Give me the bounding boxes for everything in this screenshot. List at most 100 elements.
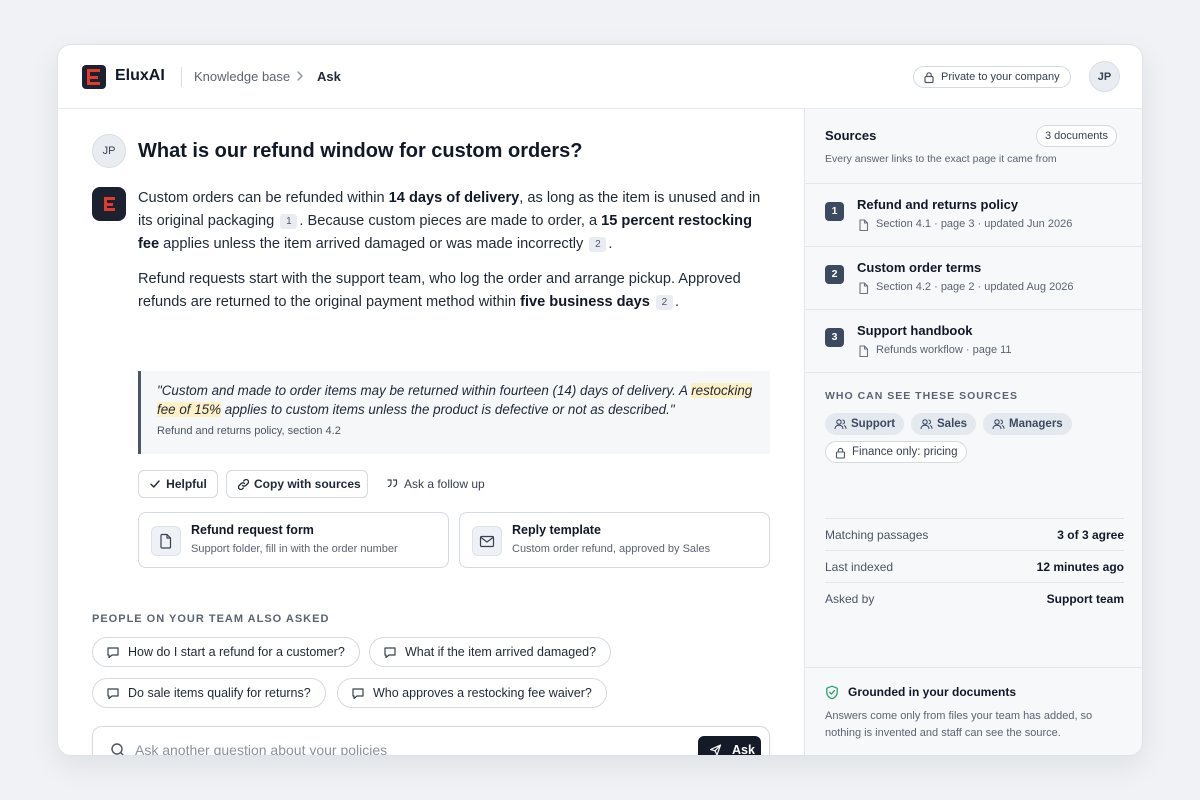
conversation-panel: JP What is our refund window for custom …	[58, 109, 804, 756]
grounded-panel: Grounded in your documents Answers come …	[805, 667, 1142, 755]
header: EluxAI Knowledge base Ask Private to you…	[58, 45, 1142, 109]
attachment-title: Reply template	[512, 523, 601, 537]
grounded-title: Grounded in your documents	[848, 685, 1017, 699]
answer-text: Refund requests start with the support t…	[138, 271, 741, 310]
role-chip-support: Support	[825, 413, 905, 435]
stat-row: Asked by Support team	[825, 582, 1124, 614]
source-title: Refund and returns policy	[857, 197, 1019, 212]
users-icon	[834, 419, 847, 430]
stat-label: Last indexed	[825, 560, 894, 574]
source-item[interactable]: 3 Support handbook Refunds workflow · pa…	[805, 309, 1142, 372]
chat-bubble-icon	[107, 688, 119, 700]
ask-input[interactable]	[135, 739, 675, 755]
users-icon	[920, 419, 933, 430]
stat-label: Asked by	[825, 592, 875, 606]
privacy-label: Private to your company	[941, 71, 1060, 83]
stat-row: Matching passages 3 of 3 agree	[825, 518, 1124, 550]
stat-label: Matching passages	[825, 528, 929, 542]
suggested-question-chip[interactable]: Do sale items qualify for returns?	[92, 678, 326, 708]
role-chip-managers: Managers	[983, 413, 1072, 435]
privacy-badge[interactable]: Private to your company	[913, 66, 1071, 88]
copy-with-sources-button[interactable]: Copy with sources	[226, 470, 368, 498]
assistant-avatar-icon	[92, 187, 126, 221]
attachment-subtitle: Custom order refund, approved by Sales	[512, 543, 711, 555]
citation-badge[interactable]: 2	[655, 295, 673, 310]
user-avatar[interactable]: JP	[1089, 61, 1120, 92]
restricted-label: Finance only: pricing	[852, 446, 958, 458]
ask-button-label: Ask	[732, 743, 755, 756]
answer-body: Custom orders can be refunded within 14 …	[138, 187, 770, 326]
chat-bubble-icon	[107, 647, 119, 659]
source-number: 2	[825, 265, 844, 284]
ask-bar: Ask	[92, 726, 770, 756]
role-label: Support	[851, 418, 896, 430]
stat-value: 12 minutes ago	[1036, 560, 1124, 574]
send-icon	[709, 744, 722, 755]
source-quote: "Custom and made to order items may be r…	[138, 371, 770, 454]
answer-text: applies unless the item arrived damaged …	[159, 236, 584, 252]
shield-check-icon	[826, 685, 838, 700]
answer-emphasis: five business days	[520, 294, 650, 310]
document-icon	[151, 526, 181, 556]
citation-badge[interactable]: 2	[589, 237, 607, 252]
source-number: 1	[825, 202, 844, 221]
stat-row: Last indexed 12 minutes ago	[825, 550, 1124, 582]
check-icon	[150, 480, 160, 488]
source-title: Support handbook	[857, 323, 973, 338]
attachment-card-refund-form[interactable]: Refund request form Support folder, fill…	[138, 512, 449, 568]
citation-badge[interactable]: 1	[280, 214, 298, 229]
source-item[interactable]: 1 Refund and returns policy Section 4.1 …	[805, 183, 1142, 246]
role-label: Managers	[1009, 418, 1063, 430]
answer-text: . Because custom pieces are made to orde…	[299, 213, 602, 229]
attachment-subtitle: Support folder, fill in with the order n…	[191, 543, 398, 555]
header-divider	[181, 67, 182, 87]
suggested-question-chip[interactable]: Who approves a restocking fee waiver?	[337, 678, 607, 708]
helpful-button[interactable]: Helpful	[138, 470, 218, 498]
document-icon	[859, 282, 869, 295]
users-icon	[992, 419, 1005, 430]
visibility-section: WHO CAN SEE THESE SOURCES Support Sales …	[805, 372, 1142, 463]
mail-icon	[472, 526, 502, 556]
source-item[interactable]: 2 Custom order terms Section 4.2 · page …	[805, 246, 1142, 309]
stat-value: Support team	[1046, 592, 1124, 606]
suggested-question-label: What if the item arrived damaged?	[405, 645, 597, 659]
attachment-title: Refund request form	[191, 523, 314, 537]
answer-text: .	[608, 236, 613, 252]
chevron-right-icon	[297, 71, 303, 81]
sources-sidebar: Sources 3 documents Every answer links t…	[804, 109, 1142, 755]
suggested-question-chip[interactable]: What if the item arrived damaged?	[369, 637, 612, 667]
question-avatar: JP	[92, 134, 126, 168]
search-icon	[111, 743, 124, 755]
follow-up-label: Ask a follow up	[404, 477, 485, 491]
helpful-label: Helpful	[166, 477, 207, 491]
document-icon	[859, 219, 869, 232]
suggested-question-chip[interactable]: How do I start a refund for a customer?	[92, 637, 360, 667]
suggested-question-label: Do sale items qualify for returns?	[128, 686, 311, 700]
quote-source: Refund and returns policy, section 4.2	[157, 425, 341, 437]
answer-paragraph: Refund requests start with the support t…	[138, 268, 770, 314]
lock-icon	[924, 72, 934, 84]
suggested-question-label: How do I start a refund for a customer?	[128, 645, 345, 659]
source-number: 3	[825, 328, 844, 347]
visibility-heading: WHO CAN SEE THESE SOURCES	[825, 390, 1019, 402]
attachment-card-reply-template[interactable]: Reply template Custom order refund, appr…	[459, 512, 770, 568]
document-icon	[859, 345, 869, 358]
lock-icon	[835, 447, 846, 459]
sources-subtitle: Every answer links to the exact page it …	[825, 153, 1057, 165]
chat-bubble-icon	[384, 647, 396, 659]
sources-count-badge: 3 documents	[1036, 125, 1117, 147]
restricted-chip: Finance only: pricing	[825, 441, 968, 463]
question-text: What is our refund window for custom ord…	[138, 140, 583, 162]
quote-part: "Custom and made to order items may be r…	[157, 383, 692, 398]
answer-paragraph: Custom orders can be refunded within 14 …	[138, 187, 770, 256]
breadcrumb-knowledge-base[interactable]: Knowledge base	[194, 69, 290, 84]
suggested-question-label: Who approves a restocking fee waiver?	[373, 686, 592, 700]
chat-bubble-icon	[352, 688, 364, 700]
ask-follow-up-button[interactable]: Ask a follow up	[376, 470, 495, 498]
logo-icon	[82, 65, 106, 89]
source-title: Custom order terms	[857, 260, 982, 275]
breadcrumb-current: Ask	[317, 69, 341, 84]
ask-button[interactable]: Ask	[698, 736, 761, 756]
quote-icon	[387, 479, 398, 488]
source-meta: Refunds workflow · page 11	[876, 344, 1012, 356]
